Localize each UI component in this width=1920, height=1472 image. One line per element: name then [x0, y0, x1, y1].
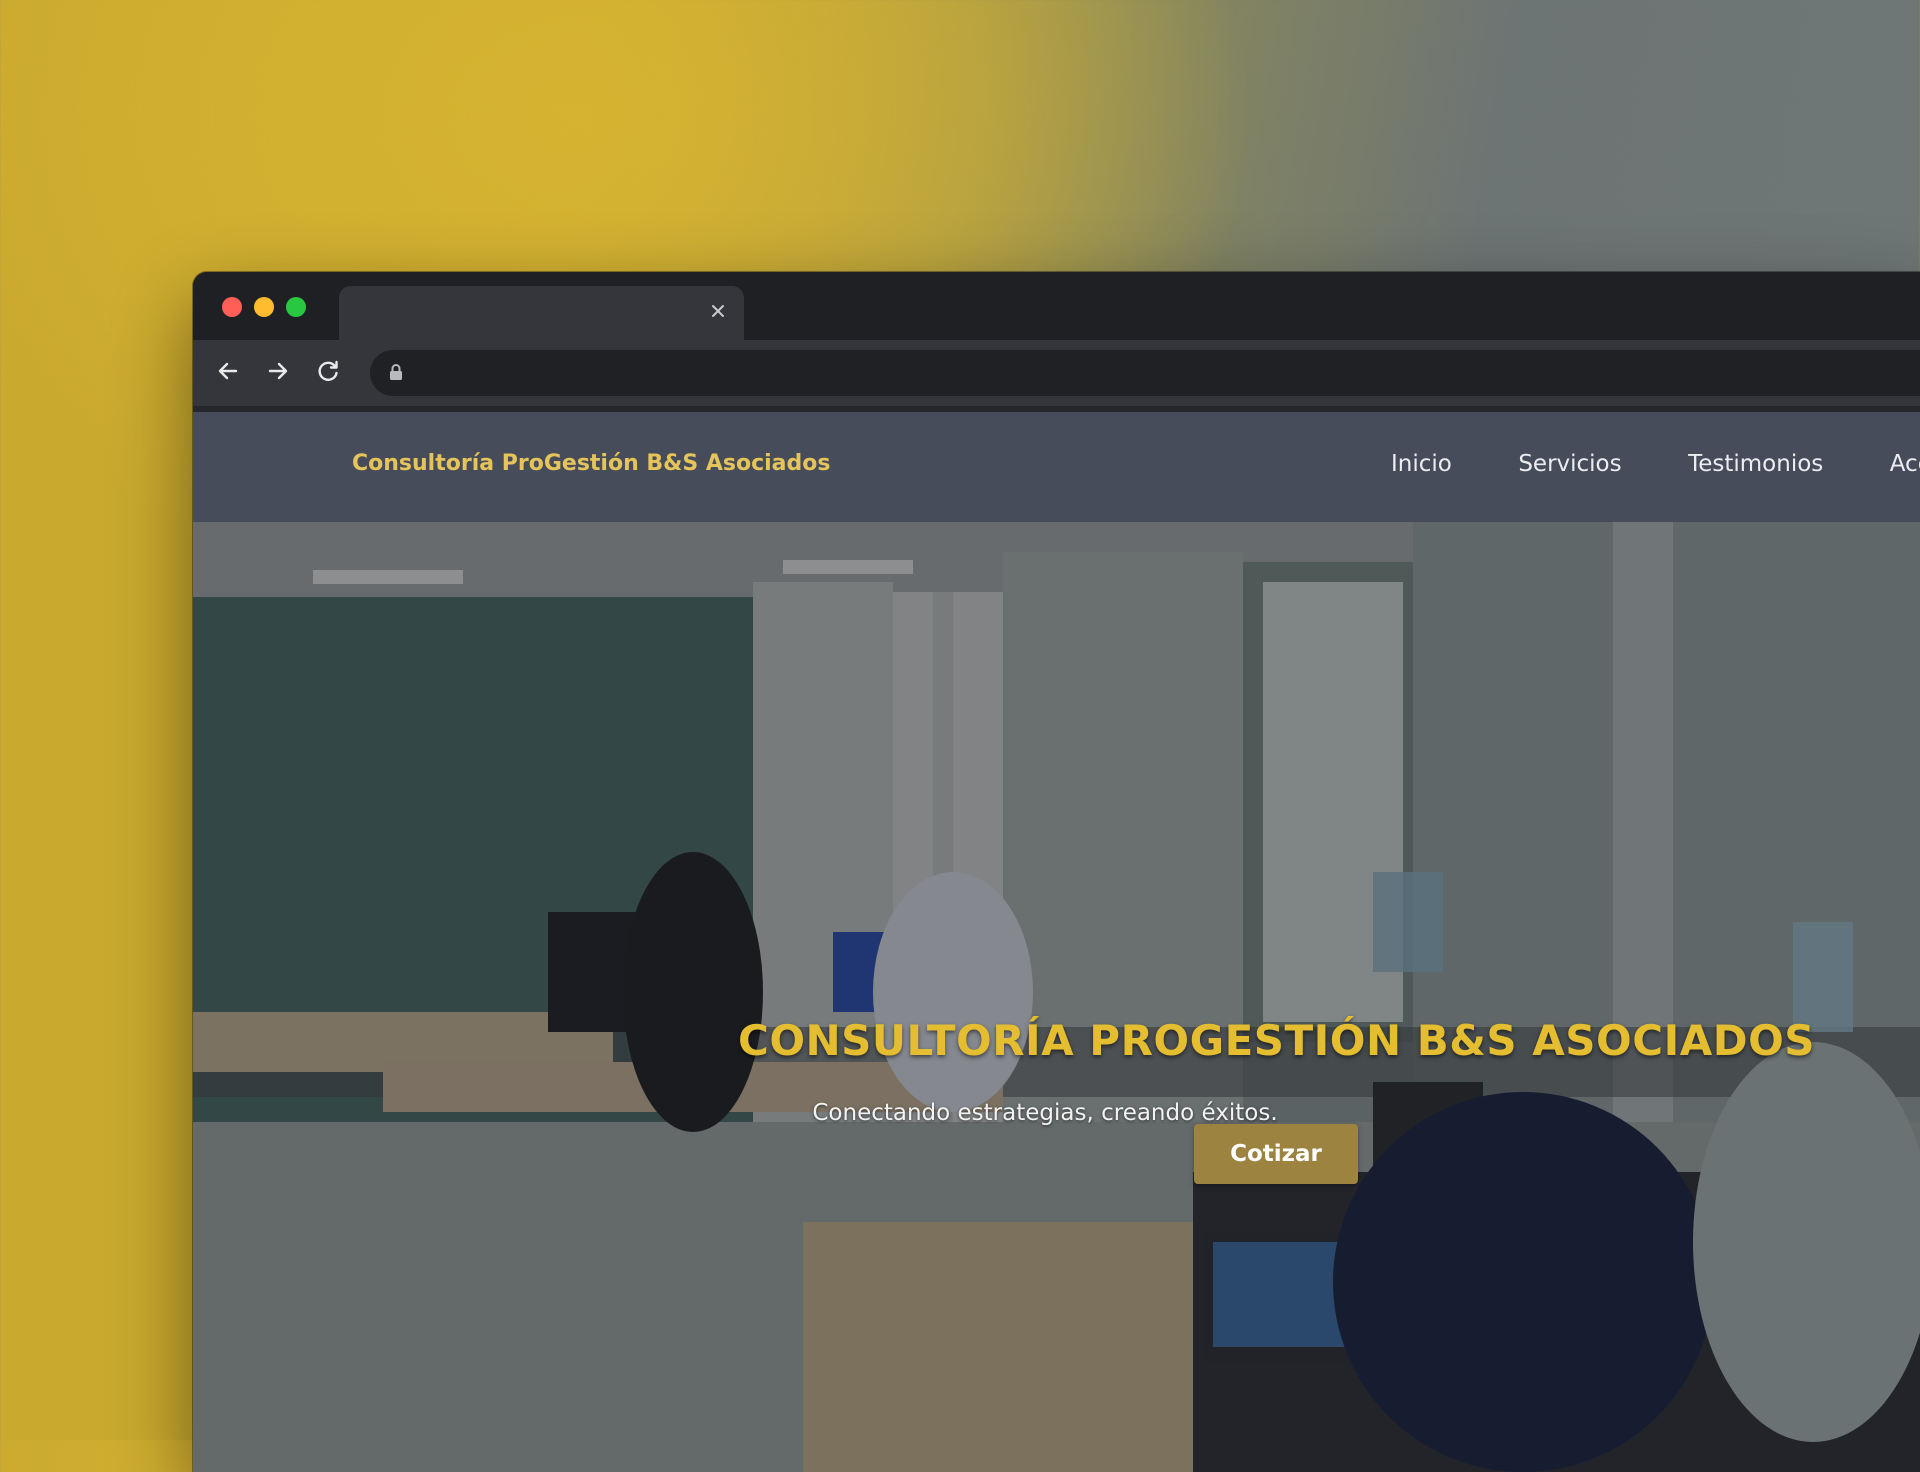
site-brand-link[interactable]: Consultoría ProGestión B&S Asociados	[352, 451, 830, 476]
window-maximize-button[interactable]	[286, 297, 306, 317]
nav-link-acerca[interactable]: Acerca	[1890, 451, 1920, 477]
browser-tab[interactable]	[339, 286, 744, 342]
nav-link-servicios[interactable]: Servicios	[1518, 451, 1621, 477]
main-nav: Inicio Servicios Testimonios Acerca	[1391, 451, 1920, 477]
nav-link-inicio[interactable]: Inicio	[1391, 451, 1452, 477]
address-bar[interactable]	[370, 350, 1920, 396]
window-close-button[interactable]	[222, 297, 242, 317]
hero-dark-overlay	[193, 522, 1920, 1472]
page-viewport: Consultoría ProGestión B&S Asociados Ini…	[193, 412, 1920, 1472]
lock-icon	[388, 363, 404, 381]
tab-strip	[193, 272, 1920, 342]
browser-window: Consultoría ProGestión B&S Asociados Ini…	[193, 272, 1920, 1472]
cotizar-button[interactable]: Cotizar	[1194, 1124, 1358, 1184]
hero-subtitle: Conectando estrategias, creando éxitos.	[812, 1100, 1278, 1126]
hero-section: CONSULTORÍA PROGESTIÓN B&S ASOCIADOS Con…	[193, 522, 1920, 1472]
close-icon[interactable]	[708, 301, 728, 321]
nav-link-testimonios[interactable]: Testimonios	[1688, 451, 1823, 477]
hero-title: CONSULTORÍA PROGESTIÓN B&S ASOCIADOS	[738, 1016, 1816, 1065]
arrow-left-icon[interactable]	[213, 356, 243, 386]
reload-icon[interactable]	[313, 356, 343, 386]
arrow-right-icon[interactable]	[263, 356, 293, 386]
site-header: Consultoría ProGestión B&S Asociados Ini…	[193, 412, 1920, 522]
window-minimize-button[interactable]	[254, 297, 274, 317]
browser-toolbar	[193, 340, 1920, 406]
